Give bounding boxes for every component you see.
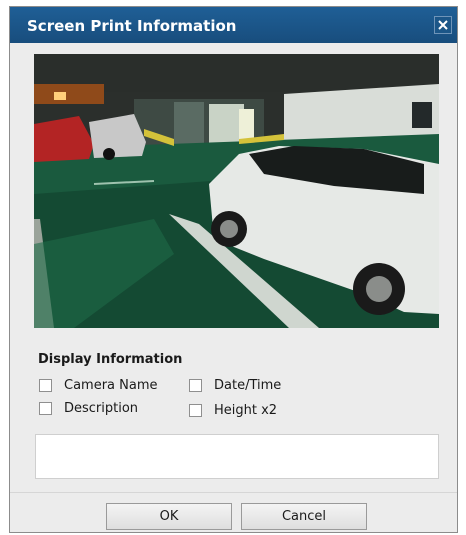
dialog-title: Screen Print Information (27, 17, 237, 35)
close-button[interactable] (434, 16, 452, 34)
height-x2-checkbox[interactable] (189, 404, 202, 417)
camera-name-label: Camera Name (64, 378, 158, 393)
date-time-checkbox[interactable] (189, 379, 202, 392)
cancel-button[interactable]: Cancel (241, 503, 367, 530)
description-checkbox[interactable] (39, 402, 52, 415)
title-bar[interactable]: Screen Print Information (10, 7, 457, 43)
description-text-field[interactable] (35, 434, 439, 479)
height-x2-label: Height x2 (214, 403, 278, 418)
camera-snapshot-image (34, 54, 439, 328)
close-icon (438, 20, 448, 30)
ok-button[interactable]: OK (106, 503, 232, 530)
date-time-label: Date/Time (214, 378, 282, 393)
camera-name-checkbox[interactable] (39, 379, 52, 392)
description-label: Description (64, 401, 139, 416)
screen-print-dialog: Screen Print Information Display Informa… (9, 6, 458, 533)
footer-divider (10, 492, 457, 493)
display-information-heading: Display Information (38, 352, 183, 367)
